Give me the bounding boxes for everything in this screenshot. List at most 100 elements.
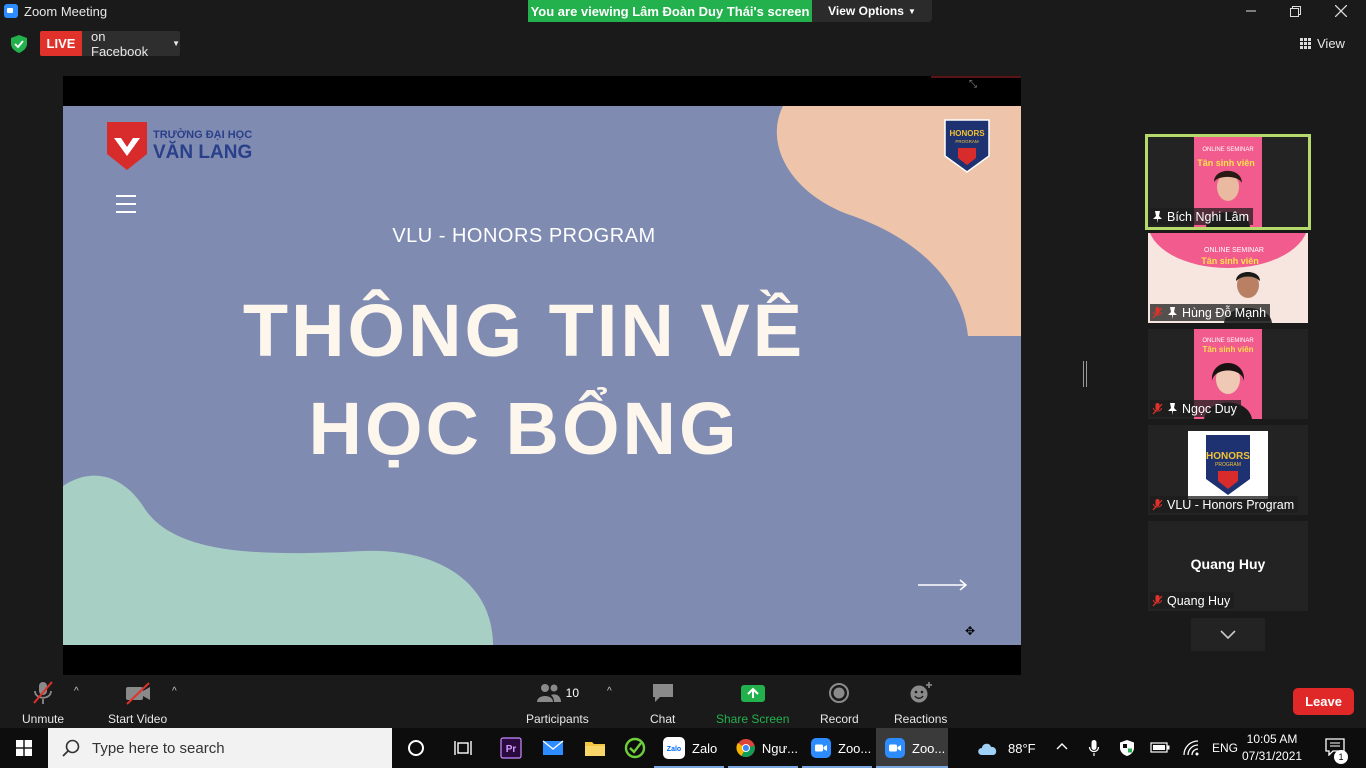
slide-subtitle: VLU - HONORS PROGRAM (392, 225, 656, 247)
participants-label: Participants (526, 712, 589, 726)
minimize-button[interactable] (1228, 0, 1274, 22)
participants-icon (536, 684, 561, 702)
chat-icon (652, 684, 673, 702)
chrome-icon (736, 738, 755, 758)
task-view-icon (454, 741, 472, 755)
honors-badge-line2: PROGRAM (955, 139, 979, 144)
live-badge[interactable]: LIVE (40, 31, 82, 56)
task-view-button[interactable] (446, 728, 482, 768)
participant-display-name: Quang Huy (1190, 556, 1266, 572)
participant-tile[interactable]: ONLINE SEMINAR Tân sinh viên Ngọc Duy (1148, 329, 1308, 419)
green-check-app-icon (624, 737, 646, 759)
viewing-screen-banner: You are viewing Lâm Đoàn Duy Thái's scre… (528, 0, 812, 22)
honors-badge-line1: HONORS (949, 129, 985, 138)
clock-time: 10:05 AM (1246, 732, 1298, 746)
panel-splitter-handle[interactable] (1083, 361, 1087, 387)
premiere-app[interactable]: Pr (494, 728, 528, 768)
battery-icon[interactable] (1150, 742, 1170, 753)
participant-tile[interactable]: ONLINE SEMINAR Tân sinh viên Hùng Đỗ Mạn… (1148, 233, 1308, 323)
taskbar-search-box[interactable]: Type here to search (48, 728, 392, 768)
window-title: Zoom Meeting (24, 3, 108, 19)
grid-view-icon (1300, 37, 1311, 49)
defender-shield-icon[interactable] (1118, 739, 1136, 757)
hamburger-menu-icon (116, 195, 136, 213)
zoom-app-icon (4, 4, 18, 18)
seminar-text: ONLINE SEMINAR (1204, 247, 1264, 254)
start-video-button[interactable]: Start Video (108, 680, 167, 726)
taskbar-app-label: Zoo... (838, 740, 872, 756)
reactions-icon (910, 682, 932, 703)
green-app[interactable] (618, 728, 652, 768)
shared-screen[interactable]: ⤡ TRƯỜNG ĐẠI HỌC VĂN LANG HONORS PROGRAM… (63, 76, 1021, 675)
zoom-icon (811, 738, 831, 758)
pin-icon (1168, 402, 1177, 415)
share-screen-button[interactable]: Share Screen (716, 680, 789, 726)
close-icon (1335, 5, 1347, 17)
cortana-button[interactable] (398, 728, 434, 768)
view-options-label: View Options (828, 4, 904, 18)
weather-temperature[interactable]: 88°F (1008, 741, 1036, 756)
record-button[interactable]: Record (820, 680, 859, 726)
collapse-icon[interactable]: ⤡ (969, 79, 977, 90)
slide-title-line1: THÔNG TIN VỀ (242, 289, 806, 372)
start-button[interactable] (0, 728, 48, 768)
participant-tile[interactable]: ONLINE SEMINAR Tân sinh viên Bích Nghi L… (1145, 134, 1311, 230)
participant-tile[interactable]: Quang Huy Quang Huy (1148, 521, 1308, 611)
video-options-caret[interactable]: ^ (172, 686, 177, 697)
zoom-window: Zoom Meeting You are viewing Lâm Đoàn Du… (0, 0, 1366, 768)
honors-badge-line2: PROGRAM (1215, 462, 1241, 468)
participant-tile[interactable]: HONORS PROGRAM VLU - Honors Program (1148, 425, 1308, 515)
van-lang-shield-icon (107, 122, 147, 170)
leave-button[interactable]: Leave (1293, 688, 1354, 715)
chevron-up-icon[interactable] (1056, 742, 1068, 750)
chat-label: Chat (650, 712, 676, 726)
move-cursor-icon: ✥ (965, 624, 976, 638)
start-video-label: Start Video (108, 712, 168, 726)
unmute-button[interactable]: Unmute (22, 680, 64, 726)
mail-icon (542, 740, 564, 755)
video-off-icon (125, 682, 150, 705)
taskbar-app-label: Zalo (692, 740, 718, 756)
maximize-button[interactable] (1272, 0, 1318, 22)
view-button[interactable]: View (1300, 33, 1345, 53)
shared-screen-top-strip: ⤡ (63, 76, 1021, 106)
logo-line1: TRƯỜNG ĐẠI HỌC (153, 129, 253, 141)
minimize-icon (1246, 10, 1256, 12)
slide-title-line2: HỌC BỔNG (308, 387, 740, 470)
record-label: Record (820, 712, 859, 726)
view-options-button[interactable]: View Options ▼ (812, 0, 932, 22)
taskbar-app-zoom-1[interactable]: Zoo... (802, 728, 872, 768)
arrow-right-icon (918, 579, 968, 591)
wifi-icon[interactable] (1182, 740, 1202, 756)
reactions-button[interactable]: Reactions (894, 680, 947, 726)
audio-options-caret[interactable]: ^ (74, 686, 79, 697)
search-icon (62, 739, 80, 757)
weather-cloud-icon[interactable] (976, 740, 1000, 756)
mic-muted-icon (1152, 498, 1163, 510)
taskbar-clock[interactable]: 10:05 AM 07/31/2021 (1242, 731, 1302, 765)
taskbar-app-zalo[interactable]: Zalo Zalo (654, 728, 724, 768)
close-button[interactable] (1318, 0, 1364, 22)
participants-button[interactable]: 10 Participants (526, 680, 589, 726)
security-shield-icon[interactable] (11, 35, 27, 53)
share-screen-label: Share Screen (716, 712, 790, 726)
restore-icon (1289, 5, 1301, 17)
chevron-down-icon: ▼ (172, 39, 180, 48)
participant-name: Quang Huy (1167, 593, 1231, 608)
taskbar-app-zoom-2[interactable]: Zoo... (876, 728, 948, 768)
windows-logo-icon (16, 740, 32, 756)
chat-button[interactable]: Chat (650, 680, 675, 726)
live-destination-dropdown[interactable]: on Facebook ▼ (82, 28, 180, 59)
pin-icon (1153, 210, 1162, 223)
taskbar-app-label: Ngư... (761, 740, 798, 756)
microphone-icon[interactable] (1088, 739, 1100, 757)
clock-date: 07/31/2021 (1242, 749, 1303, 763)
input-language[interactable]: ENG (1212, 741, 1238, 755)
file-explorer-app[interactable] (578, 728, 612, 768)
mail-app[interactable] (536, 728, 570, 768)
live-destination-label: on Facebook (91, 28, 149, 59)
taskbar-app-chrome[interactable]: Ngư... (728, 728, 798, 768)
unmute-label: Unmute (22, 712, 65, 726)
participants-options-caret[interactable]: ^ (607, 686, 612, 697)
gallery-scroll-down-button[interactable] (1191, 618, 1265, 651)
